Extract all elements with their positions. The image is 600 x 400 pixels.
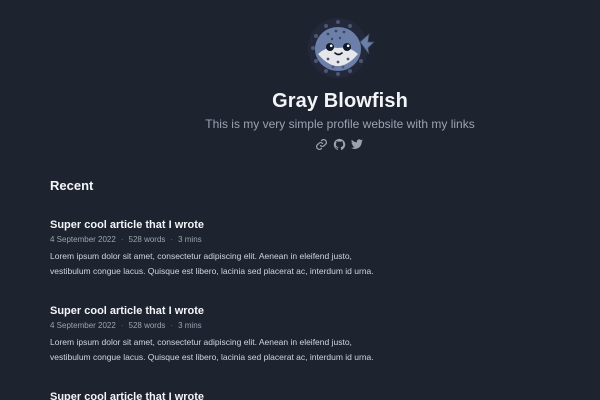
meta-separator: · xyxy=(120,235,124,244)
blowfish-logo-icon xyxy=(304,12,376,84)
article-date: 4 September 2022 xyxy=(50,321,116,330)
article-meta: 4 September 2022 · 528 words · 3 mins xyxy=(50,320,570,331)
twitter-icon[interactable] xyxy=(350,137,364,151)
article-read-time: 3 mins xyxy=(178,235,202,244)
article-item: Super cool article that I wrote 4 Septem… xyxy=(50,218,570,279)
article-summary: Lorem ipsum dolor sit amet, consectetur … xyxy=(50,249,570,279)
article-title-link[interactable]: Super cool article that I wrote xyxy=(50,218,570,232)
meta-separator: · xyxy=(170,235,174,244)
profile-tagline: This is my very simple profile website w… xyxy=(205,117,475,131)
article-word-count: 528 words xyxy=(128,321,166,330)
article-date: 4 September 2022 xyxy=(50,235,116,244)
recent-heading: Recent xyxy=(50,178,94,193)
meta-separator: · xyxy=(170,321,174,330)
article-summary-line: vestibulum congue lacus. Quisque est lib… xyxy=(50,266,374,276)
article-summary-line: Lorem ipsum dolor sit amet, consectetur … xyxy=(50,337,352,347)
article-word-count: 528 words xyxy=(128,235,166,244)
article-summary-line: Lorem ipsum dolor sit amet, consectetur … xyxy=(50,251,352,261)
profile-page: Gray Blowfish This is my very simple pro… xyxy=(0,0,600,400)
social-links xyxy=(314,137,364,151)
link-icon[interactable] xyxy=(314,137,328,151)
article-title-link[interactable]: Super cool article that I wrote xyxy=(50,390,570,400)
meta-separator: · xyxy=(120,321,124,330)
article-item: Super cool article that I wrote 4 Septem… xyxy=(50,304,570,365)
article-title-link[interactable]: Super cool article that I wrote xyxy=(50,304,570,318)
article-item: Super cool article that I wrote xyxy=(50,390,570,400)
profile-name: Gray Blowfish xyxy=(272,90,408,112)
article-summary: Lorem ipsum dolor sit amet, consectetur … xyxy=(50,335,570,365)
article-meta: 4 September 2022 · 528 words · 3 mins xyxy=(50,234,570,245)
article-read-time: 3 mins xyxy=(178,321,202,330)
github-icon[interactable] xyxy=(332,137,346,151)
article-summary-line: vestibulum congue lacus. Quisque est lib… xyxy=(50,352,374,362)
